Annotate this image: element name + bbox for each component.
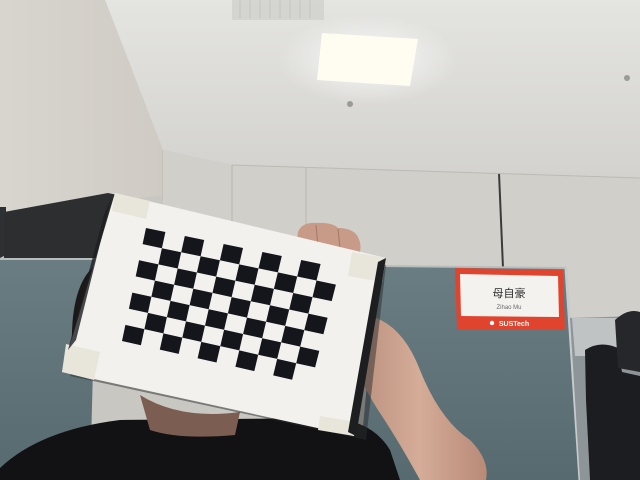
webcam-photo: 母自豪 Zihao Mu SUSTech: [0, 0, 640, 480]
logo-mark-icon: [489, 320, 495, 326]
sprinkler: [347, 101, 353, 107]
ceiling-vent: [232, 0, 324, 20]
nameplate-logo: SUSTech: [499, 321, 529, 328]
sprinkler: [624, 75, 630, 81]
nameplate: 母自豪 Zihao Mu SUSTech: [455, 268, 565, 330]
chair-back: [615, 311, 640, 372]
scene-canvas: 母自豪 Zihao Mu SUSTech: [0, 0, 640, 480]
nameplate-subname: Zihao Mu: [496, 305, 521, 311]
ceiling-light: [317, 33, 418, 86]
nameplate-name: 母自豪: [493, 286, 526, 300]
